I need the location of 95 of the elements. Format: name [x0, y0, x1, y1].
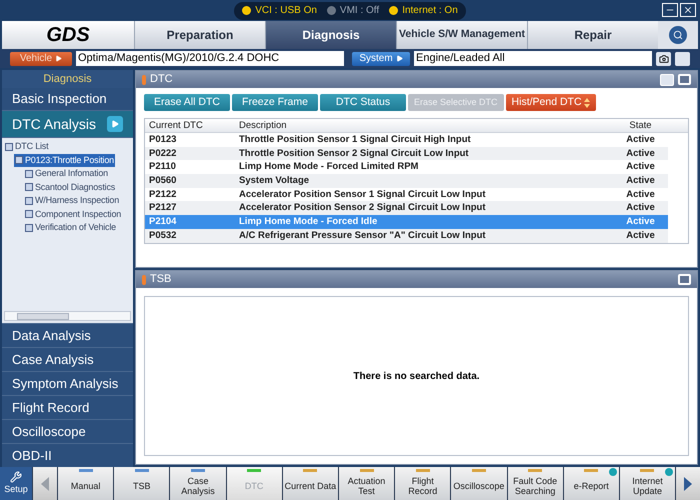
- vehicle-field[interactable]: Optima/Magentis(MG)/2010/G.2.4 DOHC: [76, 51, 344, 66]
- tree-item[interactable]: Component Inspection: [24, 208, 122, 221]
- sidebar-item[interactable]: Case Analysis: [2, 347, 133, 371]
- table-cell-text: Active: [625, 188, 656, 202]
- tree-item[interactable]: Verification of Vehicle: [24, 221, 117, 234]
- marker-icon: [142, 74, 146, 84]
- table-cell-text: Active: [625, 146, 656, 160]
- tree-item[interactable]: General Infomation: [24, 167, 109, 180]
- table-cell-text: Limp Home Mode - Forced Idle: [238, 215, 378, 229]
- table-row[interactable]: P0560 System Voltage Active: [145, 174, 688, 188]
- table-cell-text: System Voltage: [238, 174, 310, 188]
- play-icon: [396, 55, 403, 62]
- column-header[interactable]: Current DTC: [145, 119, 235, 132]
- sidebar-item[interactable]: Data Analysis: [2, 323, 133, 347]
- table-cell-text: Active: [625, 160, 656, 174]
- table-cell-text: P2127: [148, 201, 178, 216]
- camera-icon[interactable]: [656, 52, 671, 66]
- panel-title: TSB: [150, 272, 172, 288]
- minimize-button[interactable]: [662, 3, 678, 17]
- column-header[interactable]: State: [613, 119, 668, 132]
- tab[interactable]: Vehicle S/W Management: [396, 21, 527, 49]
- maximize-icon[interactable]: [678, 274, 691, 285]
- marker-icon: [142, 274, 146, 284]
- table-cell-text: Active: [625, 228, 656, 242]
- sidebar-item[interactable]: Basic Inspection: [2, 88, 133, 111]
- table-cell-text: P0123: [148, 133, 178, 147]
- toolbar-button[interactable]: Hist/Pend DTC: [506, 94, 596, 111]
- toolbar-button[interactable]: DTC Status: [320, 94, 406, 111]
- sort-icon: [584, 98, 590, 108]
- table-cell-text: Limp Home Mode - Forced Limited RPM: [238, 160, 420, 174]
- tab[interactable]: Preparation: [134, 21, 265, 49]
- tab[interactable]: Repair: [527, 21, 658, 49]
- table-cell-text: P0532: [148, 228, 178, 242]
- sidebar-item[interactable]: OBD-II: [2, 443, 133, 467]
- scroll-right-button[interactable]: [676, 467, 700, 500]
- toolbar-button[interactable]: Freeze Frame: [232, 94, 318, 111]
- system-field[interactable]: Engine/Leaded All: [414, 51, 652, 66]
- play-icon: [55, 55, 62, 62]
- search-icon: [673, 30, 683, 40]
- table-cell-text: P2122: [148, 188, 178, 202]
- toolbar-item[interactable]: TSB: [114, 467, 170, 500]
- tab[interactable]: Diagnosis: [265, 21, 396, 49]
- left-triangle-icon: [41, 476, 49, 490]
- table-cell-text: Active: [625, 174, 656, 188]
- horizontal-scrollbar[interactable]: [4, 311, 131, 321]
- toolbar-button[interactable]: Erase All DTC: [144, 94, 230, 111]
- table-row[interactable]: P0532 A/C Refrigerant Pressure Sensor "A" Circuit Low Input Active: [145, 228, 688, 242]
- table-cell-text: Active: [625, 133, 656, 147]
- tree-item[interactable]: DTC List: [4, 140, 50, 154]
- toolbar-item[interactable]: e-Report: [564, 467, 619, 500]
- toolbar-item[interactable]: Internet Update: [620, 467, 676, 500]
- sidebar-item[interactable]: Symptom Analysis: [2, 371, 133, 395]
- tools-icon: [10, 470, 22, 483]
- table-cell-text: P2104: [148, 215, 178, 229]
- toolbar-item[interactable]: Oscilloscope: [451, 467, 506, 500]
- table-row[interactable]: P0222 Throttle Position Sensor 2 Signal Circuit Low Input Active: [145, 146, 688, 160]
- table-cell-text: P0222: [148, 146, 178, 160]
- table-cell-text: A/C Refrigerant Pressure Sensor "A" Circuit Low Input: [238, 228, 487, 242]
- toolbar-item[interactable]: Manual: [58, 467, 114, 500]
- empty-message: There is no searched data.: [353, 370, 480, 384]
- table-cell-text: P0560: [148, 174, 178, 188]
- table-cell-text: Active: [625, 201, 656, 216]
- sidebar-item[interactable]: DTC Analysis: [2, 111, 133, 138]
- setup-button[interactable]: Setup: [0, 467, 32, 500]
- table-row[interactable]: P2127 Accelerator Position Sensor 2 Signal Circuit Low Input Active: [145, 201, 688, 216]
- close-button[interactable]: [680, 3, 696, 17]
- table-cell-text: Throttle Position Sensor 1 Signal Circuit High Input: [238, 133, 472, 147]
- column-header[interactable]: Description: [235, 119, 613, 132]
- sidebar-item[interactable]: Oscilloscope: [2, 419, 133, 443]
- table-row[interactable]: P2122 Accelerator Position Sensor 1 Signal Circuit Low Input Active: [145, 188, 688, 202]
- toolbar-item[interactable]: Flight Record: [395, 467, 450, 500]
- panel-title: DTC: [150, 72, 173, 88]
- maximize-icon[interactable]: [678, 74, 691, 85]
- sidebar-item[interactable]: Flight Record: [2, 395, 133, 419]
- table-cell-text: P2110: [148, 160, 177, 174]
- right-triangle-icon: [684, 476, 692, 490]
- sidebar-title: Diagnosis: [2, 70, 133, 88]
- status-label: VMI : Off: [340, 4, 380, 18]
- tree-item[interactable]: W/Harness Inspection: [24, 194, 120, 208]
- toolbar-item[interactable]: Current Data: [282, 467, 338, 500]
- table-cell-text: Accelerator Position Sensor 2 Signal Circuit Low Input: [238, 201, 487, 216]
- toolbar-item[interactable]: Case Analysis: [170, 467, 226, 500]
- toolbar-item[interactable]: Actuation Test: [338, 467, 394, 500]
- system-button[interactable]: System: [352, 52, 410, 66]
- tree-item[interactable]: P0123:Throttle Position: [14, 154, 115, 167]
- status-label: Internet : On: [402, 4, 458, 18]
- table-cell-text: Active: [625, 215, 656, 229]
- search-button[interactable]: [669, 26, 687, 44]
- toolbar-item[interactable]: Fault Code Searching: [508, 467, 563, 500]
- tree-item[interactable]: Scantool Diagnostics: [24, 180, 116, 194]
- table-cell-text: Accelerator Position Sensor 1 Signal Circuit Low Input: [238, 188, 487, 202]
- table-cell-text: Throttle Position Sensor 2 Signal Circuit Low Input: [238, 146, 470, 160]
- close-icon: [683, 5, 693, 15]
- logo: GDS: [2, 21, 134, 49]
- status-label: VCI : USB On: [255, 4, 317, 18]
